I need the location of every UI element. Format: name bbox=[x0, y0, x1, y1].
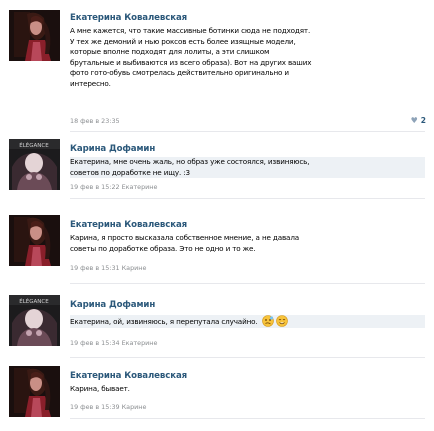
comment-text: А мне кажется, что такие массивные ботин… bbox=[70, 26, 425, 90]
separator bbox=[70, 131, 425, 132]
comment-line: советы по доработке образа. Это не одно … bbox=[70, 243, 256, 253]
separator bbox=[70, 198, 425, 199]
comment-meta: 18 фев в 23:35 bbox=[70, 117, 120, 125]
comment-author[interactable]: Карина Дофамин bbox=[70, 144, 155, 154]
comment-date[interactable]: 19 фев в 15:22 bbox=[70, 183, 120, 191]
comment-date[interactable]: 19 фев в 15:34 bbox=[70, 339, 120, 347]
comment-line: Екатерина, мне очень жаль, но образ уже … bbox=[70, 157, 310, 166]
avatar[interactable] bbox=[9, 215, 60, 266]
comment-author[interactable]: Екатерина Ковалевская bbox=[70, 220, 187, 230]
avatar[interactable] bbox=[9, 10, 60, 61]
reply-to-link[interactable]: Карине bbox=[122, 264, 147, 272]
comment-line: Екатерина, ой, извиняюсь, я перепутала с… bbox=[70, 317, 258, 326]
separator bbox=[70, 418, 425, 419]
comment-meta: 19 фев в 15:39 Карине bbox=[70, 403, 146, 411]
comment-meta: 19 фев в 15:22 Екатерине bbox=[70, 183, 157, 191]
comment-text: Екатерина, мне очень жаль, но образ уже … bbox=[70, 157, 425, 179]
comment-line: фото гото-обувь смотрелась действительно… bbox=[70, 68, 289, 78]
comment-line: советов по доработке не ищу. :3 bbox=[70, 167, 190, 177]
comment-line: брутальные и выбиваются из всего образа)… bbox=[70, 57, 312, 67]
svg-text:ÉLÉGANCE: ÉLÉGANCE bbox=[19, 141, 49, 149]
reply-to-link[interactable]: Екатерине bbox=[122, 183, 158, 191]
comment-text: Карина, бывает. bbox=[70, 384, 425, 395]
comment-date[interactable]: 18 фев в 23:35 bbox=[70, 117, 120, 125]
comment-date[interactable]: 19 фев в 15:39 bbox=[70, 403, 120, 411]
reply-to-link[interactable]: Екатерине bbox=[122, 339, 158, 347]
reply-to-link[interactable]: Карине bbox=[122, 403, 147, 411]
heart-icon: ♥ bbox=[410, 116, 418, 125]
comment-author[interactable]: Карина Дофамин bbox=[70, 300, 155, 310]
separator bbox=[70, 283, 425, 284]
comment-date[interactable]: 19 фев в 15:31 bbox=[70, 264, 120, 272]
comment-author[interactable]: Екатерина Ковалевская bbox=[70, 13, 187, 23]
confused-face-icon bbox=[261, 315, 274, 327]
comment-text: Карина, я просто высказала собственное м… bbox=[70, 233, 425, 254]
smiling-face-icon bbox=[275, 315, 288, 327]
comment-text: Екатерина, ой, извиняюсь, я перепутала с… bbox=[70, 315, 425, 328]
comment-line: А мне кажется, что такие массивные ботин… bbox=[70, 26, 311, 35]
avatar[interactable] bbox=[9, 366, 60, 417]
separator bbox=[70, 357, 425, 358]
comment-line: Карина, бывает. bbox=[70, 384, 130, 393]
avatar[interactable]: ÉLÉGANCE bbox=[9, 295, 60, 346]
comment-line: которые вполне подходят для лолиты, а эт… bbox=[70, 47, 270, 57]
comment-line: интересно. bbox=[70, 78, 111, 88]
like-button[interactable]: ♥ 2 bbox=[411, 116, 426, 125]
comment-line: Карина, я просто высказала собственное м… bbox=[70, 233, 300, 242]
svg-text:ÉLÉGANCE: ÉLÉGANCE bbox=[19, 297, 49, 305]
like-count: 2 bbox=[420, 116, 426, 125]
comment-meta: 19 фев в 15:31 Карине bbox=[70, 264, 146, 272]
comment-author[interactable]: Екатерина Ковалевская bbox=[70, 371, 187, 381]
comment-line: У тех же демоний и нью роксов есть более… bbox=[70, 36, 296, 46]
comment-meta: 19 фев в 15:34 Екатерине bbox=[70, 339, 157, 347]
avatar[interactable]: ÉLÉGANCE bbox=[9, 139, 60, 190]
